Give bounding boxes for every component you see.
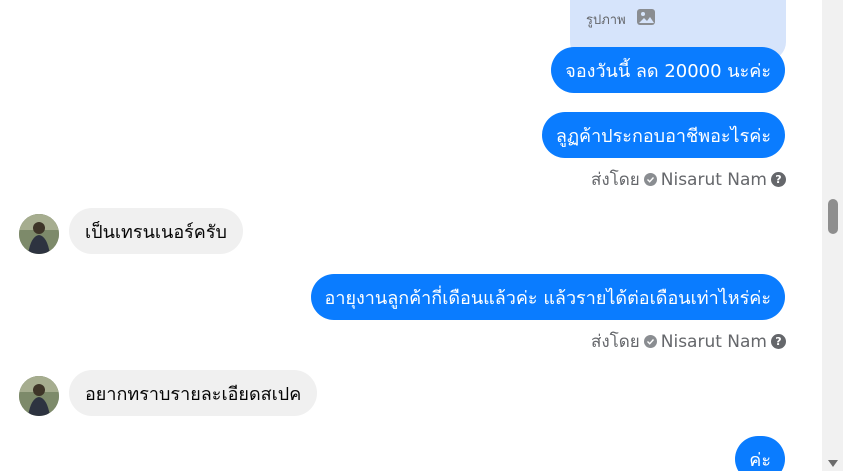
scrollbar-thumb[interactable] <box>828 199 838 234</box>
reply-preview-label: รูปภาพ <box>586 12 626 28</box>
message-thread: รูปภาพ จองวันนี้ ลด 20000 นะค่ะ ลูฏค้าปร… <box>0 0 822 471</box>
message-text: อายุงานลูกค้ากี่เดือนแล้วค่ะ แล้วรายได้ต… <box>324 287 771 309</box>
sent-by-prefix: ส่งโดย <box>590 170 640 190</box>
outgoing-message[interactable]: อายุงานลูกค้ากี่เดือนแล้วค่ะ แล้วรายได้ต… <box>310 274 785 320</box>
help-icon[interactable]: ? <box>771 172 786 187</box>
sent-by-prefix: ส่งโดย <box>590 332 640 352</box>
message-text: เป็นเทรนเนอร์ครับ <box>85 221 227 243</box>
scroll-down-arrow-icon[interactable] <box>828 460 838 467</box>
message-text: อยากทราบรายละเอียดสเปค <box>85 383 302 405</box>
check-icon <box>643 173 657 186</box>
avatar[interactable] <box>19 214 59 254</box>
check-icon <box>643 335 657 348</box>
help-icon[interactable]: ? <box>771 334 786 349</box>
sender-name: Nisarut Nam <box>660 169 767 190</box>
incoming-message[interactable]: อยากทราบรายละเอียดสเปค <box>69 370 318 416</box>
sent-by-label: ส่งโดย Nisarut Nam ? <box>591 166 786 193</box>
sender-name: Nisarut Nam <box>660 331 767 352</box>
message-text: จองวันนี้ ลด 20000 นะค่ะ <box>565 60 771 82</box>
sent-by-label: ส่งโดย Nisarut Nam ? <box>591 328 786 355</box>
vertical-scrollbar[interactable] <box>822 0 843 471</box>
incoming-message[interactable]: เป็นเทรนเนอร์ครับ <box>69 208 243 254</box>
image-icon <box>636 8 656 30</box>
outgoing-message[interactable]: ค่ะ <box>735 436 785 471</box>
outgoing-message[interactable]: จองวันนี้ ลด 20000 นะค่ะ <box>551 47 785 93</box>
message-text: ค่ะ <box>749 449 771 471</box>
avatar[interactable] <box>19 376 59 416</box>
outgoing-message[interactable]: ลูฏค้าประกอบอาชีพอะไรค่ะ <box>541 112 785 158</box>
message-text: ลูฏค้าประกอบอาชีพอะไรค่ะ <box>555 125 771 147</box>
